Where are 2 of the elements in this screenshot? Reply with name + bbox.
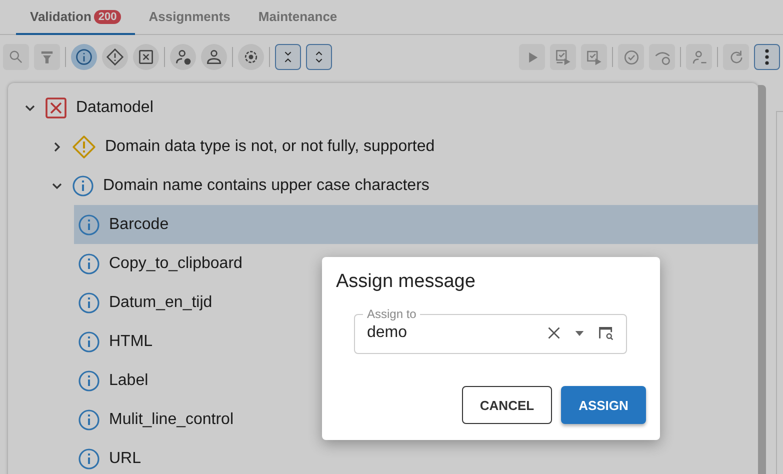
count-badge: 200 bbox=[94, 10, 121, 24]
dialog-title: Assign message bbox=[336, 271, 476, 293]
